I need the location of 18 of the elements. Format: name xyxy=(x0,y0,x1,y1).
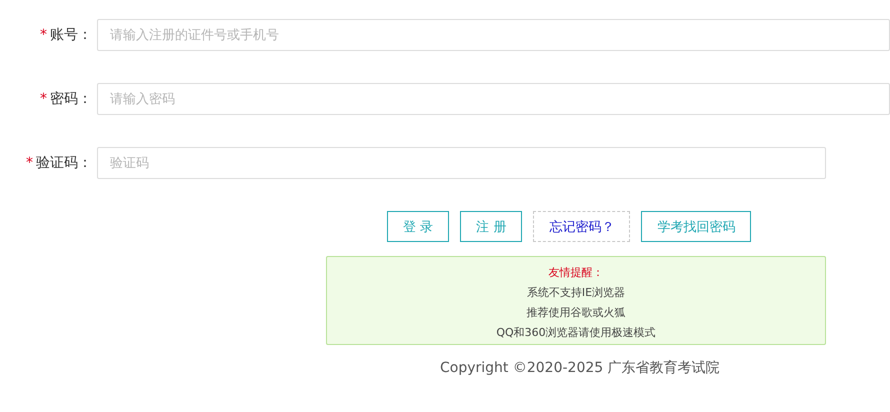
notice-line: 系统不支持IE浏览器 xyxy=(526,285,626,300)
forgot-password-link[interactable]: 忘记密码？ xyxy=(533,211,630,242)
field-label: 验证码： xyxy=(36,154,92,172)
notice-line: QQ和360浏览器请使用极速模式 xyxy=(496,325,656,340)
copyright-text: Copyright ©2020-2025 广东省教育考试院 xyxy=(440,359,721,377)
required-asterisk: * xyxy=(40,91,47,107)
notice-title: 友情提醒： xyxy=(548,265,604,280)
action-button[interactable]: 学考找回密码 xyxy=(641,211,752,242)
notice-line: 推荐使用谷歌或火狐 xyxy=(526,305,626,320)
password-field[interactable]: 请输入密码 xyxy=(97,83,890,115)
required-asterisk: * xyxy=(40,27,47,43)
required-asterisk: * xyxy=(26,155,33,171)
account-field[interactable]: 请输入注册的证件号或手机号 xyxy=(97,19,890,51)
field-label: 密码： xyxy=(50,90,92,108)
captcha-field[interactable]: 验证码 xyxy=(97,147,826,179)
action-button[interactable]: 注 册 xyxy=(460,211,522,242)
action-button[interactable]: 登 录 xyxy=(387,211,450,242)
field-label: 账号： xyxy=(50,26,92,44)
